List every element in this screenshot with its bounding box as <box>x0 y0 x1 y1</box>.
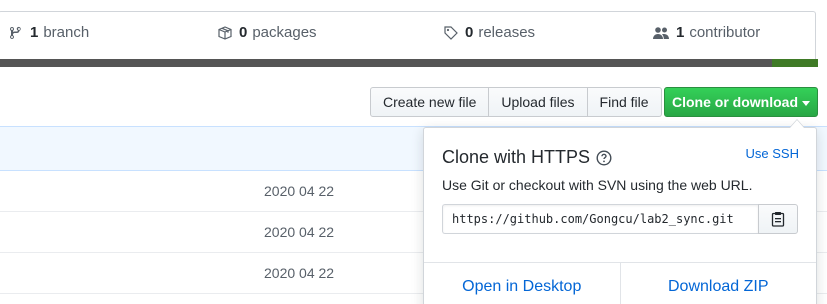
file-actions-group: Create new file Upload files Find file <box>370 87 662 117</box>
branch-count: 1 <box>30 24 39 41</box>
contributors-count: 1 <box>676 24 685 41</box>
commit-date: 2020 04 22 <box>264 224 335 240</box>
tag-icon <box>444 25 458 40</box>
releases-link[interactable]: 0 releases <box>443 24 535 41</box>
open-in-desktop-button[interactable]: Open in Desktop <box>424 263 620 304</box>
releases-count: 0 <box>465 24 474 41</box>
clone-title-text: Clone with HTTPS <box>442 147 591 167</box>
contributors-label: contributor <box>689 24 761 41</box>
repo-stats-bar: 1 branch 0 packages 0 releases 1 contrib… <box>0 11 816 59</box>
language-bar-secondary[interactable] <box>772 59 818 67</box>
create-new-file-button[interactable]: Create new file <box>370 87 490 117</box>
download-zip-button[interactable]: Download ZIP <box>619 263 817 304</box>
commit-date: 2020 04 22 <box>264 265 335 281</box>
copy-url-button[interactable] <box>758 204 798 234</box>
people-icon <box>653 26 669 39</box>
packages-count: 0 <box>239 24 248 41</box>
clone-or-download-button[interactable]: Clone or download <box>664 87 818 117</box>
clone-footer: Open in Desktop Download ZIP <box>424 262 816 304</box>
clone-description: Use Git or checkout with SVN using the w… <box>442 177 753 193</box>
commit-date: 2020 04 22 <box>264 183 335 199</box>
packages-label: packages <box>252 24 317 41</box>
branch-label: branch <box>43 24 90 41</box>
clone-title: Clone with HTTPS <box>442 147 612 168</box>
find-file-button[interactable]: Find file <box>587 87 662 117</box>
package-icon <box>218 25 232 40</box>
question-icon[interactable] <box>596 149 612 166</box>
clone-or-download-label: Clone or download <box>672 94 798 110</box>
clone-dropdown: Clone with HTTPS Use SSH Use Git or chec… <box>423 119 817 304</box>
use-ssh-link[interactable]: Use SSH <box>746 146 799 161</box>
packages-link[interactable]: 0 packages <box>217 24 317 41</box>
branches-link[interactable]: 1 branch <box>8 24 89 41</box>
clone-url-input[interactable]: https://github.com/Gongcu/lab2_sync.git <box>442 204 758 234</box>
releases-label: releases <box>478 24 536 41</box>
caret-down-icon <box>802 100 810 106</box>
contributors-link[interactable]: 1 contributor <box>652 24 760 41</box>
clipboard-icon <box>771 212 785 227</box>
git-branch-icon <box>10 26 21 39</box>
language-bar-primary[interactable] <box>0 59 772 67</box>
upload-files-button[interactable]: Upload files <box>489 87 588 117</box>
